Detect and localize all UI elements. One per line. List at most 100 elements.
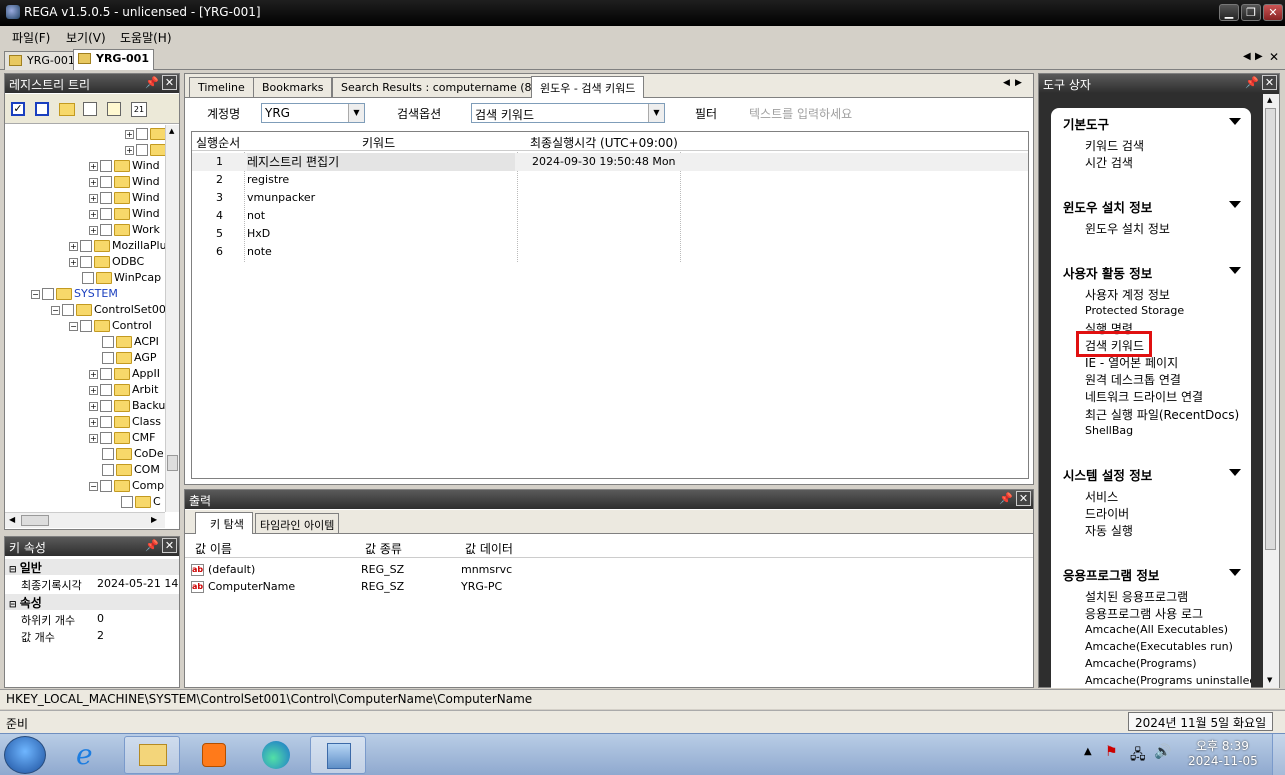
col-order[interactable]: 실행순서 <box>196 134 240 151</box>
tool-user-account[interactable]: 사용자 계정 정보 <box>1085 286 1170 303</box>
tree-node[interactable]: ACPI <box>102 334 159 350</box>
tree-node[interactable]: + <box>125 126 165 142</box>
doc-tab-2[interactable]: YRG-001 <box>73 49 154 70</box>
tree-node[interactable]: − Control <box>69 318 152 334</box>
section-system-settings[interactable]: 시스템 설정 정보 <box>1063 465 1152 484</box>
scroll-up-icon[interactable]: ▲ <box>1267 96 1272 104</box>
search-option-select[interactable]: 검색 키워드 ▼ <box>471 103 665 123</box>
tool-services[interactable]: 서비스 <box>1085 488 1118 505</box>
col-value-name[interactable]: 값 이름 <box>195 540 232 557</box>
col-value-type[interactable]: 값 종류 <box>365 540 402 557</box>
check-all-icon[interactable]: ✓ <box>11 102 25 116</box>
tree-node[interactable]: + ODBC <box>69 254 144 270</box>
table-row[interactable]: ab (default) REG_SZ mnmsrvc <box>185 561 1033 579</box>
props-group-general[interactable]: ⊟ 일반 <box>5 559 179 575</box>
minimize-button[interactable]: ▁ <box>1219 4 1239 21</box>
tree-node[interactable]: AGP <box>102 350 157 366</box>
scroll-thumb[interactable] <box>21 515 49 526</box>
tab-timeline[interactable]: Timeline <box>189 77 254 97</box>
tree-node[interactable]: + AppII <box>89 366 160 382</box>
filter-input[interactable]: 텍스트를 입력하세요 <box>749 105 852 122</box>
tree-node[interactable]: + Class <box>89 414 161 430</box>
media-taskbar-icon[interactable] <box>186 736 242 774</box>
calendar-icon[interactable]: 21 <box>131 102 147 117</box>
tab-search-results[interactable]: Search Results : computername (84) <box>332 77 552 97</box>
table-row[interactable]: ab ComputerName REG_SZ YRG-PC <box>185 578 1033 596</box>
tree-node[interactable]: + Work <box>89 222 160 238</box>
tab-left-icon[interactable]: ◀ <box>1003 78 1010 88</box>
tool-amcache-uninstalled[interactable]: Amcache(Programs uninstalled) <box>1085 674 1251 687</box>
col-keyword[interactable]: 키워드 <box>362 134 395 151</box>
ie-taskbar-icon[interactable]: e <box>64 736 120 774</box>
collapse-icon[interactable] <box>1229 267 1241 274</box>
account-select[interactable]: YRG ▼ <box>261 103 365 123</box>
collapse-icon[interactable] <box>1229 469 1241 476</box>
tool-protected-storage[interactable]: Protected Storage <box>1085 304 1184 317</box>
pin-icon[interactable]: 📌 <box>144 538 160 553</box>
tool-windows-install-info[interactable]: 윈도우 설치 정보 <box>1085 220 1170 237</box>
tool-shellbag[interactable]: ShellBag <box>1085 424 1133 437</box>
tool-amcache-programs[interactable]: Amcache(Programs) <box>1085 657 1197 670</box>
tool-autorun[interactable]: 자동 실행 <box>1085 522 1133 539</box>
clock-date[interactable]: 2024-11-05 <box>1188 754 1258 768</box>
tree-node[interactable]: + Wind <box>89 190 160 206</box>
col-last-run[interactable]: 최종실행시각 (UTC+09:00) <box>530 134 678 151</box>
tab-timeline-item[interactable]: 타임라인 아이템 <box>255 513 340 533</box>
tool-time-search[interactable]: 시간 검색 <box>1085 154 1133 171</box>
collapse-icon[interactable] <box>1229 569 1241 576</box>
rega-taskbar-icon[interactable] <box>310 736 366 774</box>
tree-vscrollbar[interactable]: ▲ <box>165 125 179 512</box>
menu-view[interactable]: 보기(V) <box>66 29 106 46</box>
close-icon[interactable]: ✕ <box>162 538 177 553</box>
tree-node-system[interactable]: − SYSTEM <box>31 286 118 302</box>
network-icon[interactable]: 🖧 <box>1130 744 1146 768</box>
tree-node[interactable]: CoDe <box>102 446 164 462</box>
pin-icon[interactable]: 📌 <box>1244 75 1260 90</box>
pin-icon[interactable]: 📌 <box>998 491 1014 506</box>
tab-search-keyword[interactable]: 윈도우 - 검색 키워드 <box>531 76 645 98</box>
tab-key-explore[interactable]: 키 탐색 <box>195 512 253 534</box>
tool-amcache-run[interactable]: Amcache(Executables run) <box>1085 640 1233 653</box>
restore-button[interactable]: ❐ <box>1241 4 1261 21</box>
tree-node[interactable]: + Backu <box>89 398 165 414</box>
section-basic-tools[interactable]: 기본도구 <box>1063 114 1109 133</box>
close-icon[interactable]: ✕ <box>1262 75 1277 90</box>
menu-file[interactable]: 파일(F) <box>12 29 50 46</box>
section-applications[interactable]: 응용프로그램 정보 <box>1063 565 1159 584</box>
tree-node[interactable]: − ControlSet00 <box>51 302 165 318</box>
scroll-left-icon[interactable]: ◀ <box>9 515 15 524</box>
doc-tab-1[interactable]: YRG-001 <box>4 51 80 70</box>
tree-node[interactable]: WinPcap <box>82 270 161 286</box>
tree-node[interactable]: − Comp <box>89 478 164 494</box>
close-icon[interactable]: ✕ <box>1016 491 1031 506</box>
tab-scroll-right-icon[interactable]: ▶ <box>1255 51 1263 62</box>
tool-network-drive[interactable]: 네트워크 드라이브 연결 <box>1085 388 1203 405</box>
show-hidden-icons[interactable]: ▲ <box>1084 746 1092 757</box>
scroll-thumb[interactable] <box>1265 108 1276 550</box>
pin-icon[interactable]: 📌 <box>144 75 160 90</box>
action-center-icon[interactable]: ⚑ <box>1105 744 1118 760</box>
tree-node[interactable]: + Arbit <box>89 382 158 398</box>
tree-node[interactable]: + Wind <box>89 174 160 190</box>
table-row[interactable]: 5 HxD <box>192 225 1028 243</box>
tab-close-icon[interactable]: ✕ <box>1269 50 1279 64</box>
tab-bookmarks[interactable]: Bookmarks <box>253 77 333 97</box>
uncheck-all-icon[interactable] <box>35 102 49 116</box>
close-button[interactable]: ✕ <box>1263 4 1283 21</box>
tool-keyword-search[interactable]: 키워드 검색 <box>1085 137 1144 154</box>
table-row[interactable]: 4 not <box>192 207 1028 225</box>
show-desktop-button[interactable] <box>1272 734 1285 775</box>
menu-help[interactable]: 도움말(H) <box>120 29 172 46</box>
tree-node[interactable]: + Wind <box>89 158 160 174</box>
table-row[interactable]: 2 registre <box>192 171 1028 189</box>
collapse-icon[interactable] <box>1229 118 1241 125</box>
section-windows-install[interactable]: 윈도우 설치 정보 <box>1063 197 1152 216</box>
collapse-icon[interactable] <box>1229 201 1241 208</box>
tool-drivers[interactable]: 드라이버 <box>1085 505 1129 522</box>
tree-node[interactable]: + MozillaPlu <box>69 238 165 254</box>
explorer-taskbar-icon[interactable] <box>124 736 180 774</box>
tree-hscrollbar[interactable]: ◀ ▶ <box>5 512 165 528</box>
table-row[interactable]: 6 note <box>192 243 1028 261</box>
toolbox-scrollbar[interactable]: ▲ ▼ <box>1263 94 1279 688</box>
edit-icon[interactable] <box>107 102 121 116</box>
